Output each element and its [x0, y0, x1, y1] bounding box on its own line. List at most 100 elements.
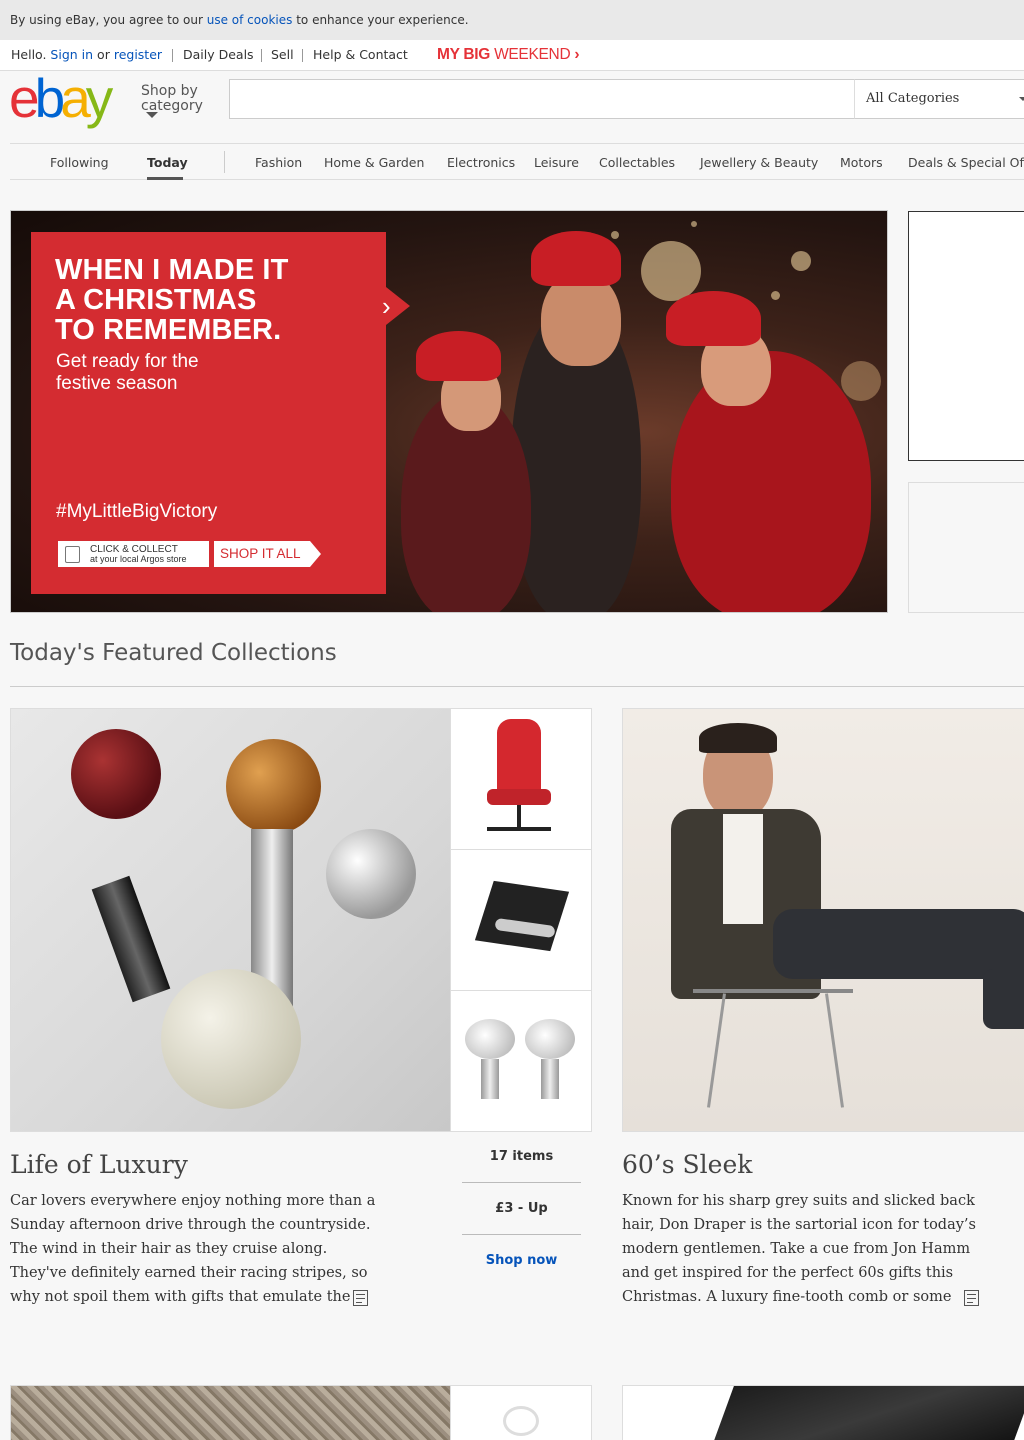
- shop-now-link[interactable]: Shop now: [462, 1253, 581, 1268]
- cookie-notice-suffix: to enhance your experience.: [296, 13, 469, 27]
- bokeh-light: [641, 241, 701, 301]
- chair-post: [517, 805, 521, 827]
- active-tab-indicator: [147, 177, 183, 180]
- collection-main-image[interactable]: [622, 708, 1024, 1132]
- nav-deals-special-offers[interactable]: Deals & Special Off: [908, 155, 1024, 170]
- collection-thumb-spanner-gift[interactable]: [450, 849, 592, 991]
- santa-hat: [531, 231, 621, 286]
- collection-title[interactable]: 60’s Sleek: [622, 1150, 752, 1179]
- read-more-icon[interactable]: [964, 1290, 979, 1306]
- logo-letter: y: [85, 67, 113, 129]
- hero-subtitle-line: Get ready for the: [56, 351, 199, 372]
- featured-collections-title: Today's Featured Collections: [10, 640, 337, 666]
- nav-motors[interactable]: Motors: [840, 155, 883, 170]
- shop-by-category-button[interactable]: Shop by category: [141, 83, 203, 118]
- bokeh-light: [841, 361, 881, 401]
- hero-subtitle-line: festive season: [56, 373, 178, 394]
- click-collect-subtitle: at your local Argos store: [90, 554, 187, 564]
- hero-headline: WHEN I MADE IT A CHRISTMAS TO REMEMBER.: [55, 255, 355, 345]
- collection-description: Car lovers everywhere enjoy nothing more…: [10, 1189, 390, 1309]
- bokeh-light: [771, 291, 780, 300]
- collection-thumb-cufflinks[interactable]: [450, 990, 592, 1132]
- ebay-logo[interactable]: ebay: [9, 70, 129, 126]
- category-select[interactable]: All Categories: [854, 79, 1024, 119]
- sign-in-link[interactable]: Sign in: [50, 47, 93, 62]
- nav-home-garden[interactable]: Home & Garden: [324, 155, 424, 170]
- cufflink-post: [481, 1059, 499, 1099]
- logo-letter: e: [9, 67, 40, 129]
- shop-by-category-line1: Shop by: [141, 83, 198, 99]
- nav-jewellery-beauty[interactable]: Jewellery & Beauty: [700, 155, 818, 170]
- chair-leg: [825, 993, 844, 1108]
- divider: [302, 49, 303, 62]
- cufflink-post: [541, 1059, 559, 1099]
- lightbulb: [503, 1406, 539, 1436]
- divider: [261, 49, 262, 62]
- chair-seat: [497, 719, 541, 799]
- shop-it-all-button[interactable]: SHOP IT ALL: [214, 541, 310, 567]
- or-text: or: [97, 47, 110, 62]
- side-ad-slot[interactable]: [908, 211, 1024, 461]
- collection-main-image[interactable]: [10, 1385, 451, 1440]
- logo-letter: b: [34, 67, 66, 129]
- description-line: Sunday afternoon drive through the count…: [10, 1217, 371, 1233]
- meta-divider: [462, 1182, 581, 1183]
- description-line: hair, Don Draper is the sartorial icon f…: [622, 1217, 976, 1233]
- nav-electronics[interactable]: Electronics: [447, 155, 515, 170]
- collection-title[interactable]: Life of Luxury: [10, 1150, 188, 1179]
- description-line: and get inspired for the perfect 60s gif…: [622, 1265, 954, 1281]
- help-contact-link[interactable]: Help & Contact: [313, 40, 408, 70]
- hero-headline-line: A CHRISTMAS: [55, 284, 257, 316]
- model-legs: [983, 969, 1024, 1029]
- nav-leisure[interactable]: Leisure: [534, 155, 579, 170]
- collection-main-image[interactable]: [10, 708, 451, 1132]
- meta-divider: [462, 1234, 581, 1235]
- description-line: Car lovers everywhere enjoy nothing more…: [10, 1193, 376, 1209]
- hero-subtitle: Get ready for the festive season: [56, 351, 286, 395]
- model-shirt: [723, 814, 763, 924]
- promo-bold-text: MY BIG: [437, 46, 491, 63]
- stopper-shaft: [91, 875, 171, 1003]
- gearknob-stopper: [161, 969, 301, 1109]
- person-figure: [671, 351, 871, 612]
- caret-down-icon: [146, 112, 158, 118]
- bokeh-light: [691, 221, 697, 227]
- read-more-icon[interactable]: [353, 1290, 368, 1306]
- chevron-right-icon: ›: [574, 46, 580, 63]
- my-big-weekend-promo[interactable]: MY BIG WEEKEND ›: [437, 40, 580, 70]
- section-divider: [10, 686, 1024, 687]
- category-nav: Following Today Fashion Home & Garden El…: [10, 143, 1024, 180]
- search-input[interactable]: [229, 79, 855, 119]
- category-select-value: All Categories: [866, 91, 960, 106]
- hero-hashtag: #MyLittleBigVictory: [56, 501, 218, 522]
- gift-box: [474, 880, 570, 952]
- santa-hat: [416, 331, 501, 381]
- collection-thumb[interactable]: [450, 1385, 592, 1440]
- sell-link[interactable]: Sell: [271, 40, 294, 70]
- chair-base: [487, 789, 551, 805]
- gearknob-stopper: [71, 729, 161, 819]
- click-collect-badge[interactable]: CLICK & COLLECT at your local Argos stor…: [58, 541, 209, 567]
- nav-fashion[interactable]: Fashion: [255, 155, 302, 170]
- cufflink: [525, 1019, 575, 1059]
- bokeh-light: [611, 231, 619, 239]
- chair-legs: [487, 827, 551, 831]
- collection-thumb-racing-chair[interactable]: [450, 708, 592, 850]
- global-header-bar: Hello. Sign in or register Daily Deals S…: [0, 40, 1024, 71]
- greeting-text: Hello.: [11, 47, 47, 62]
- description-line: They've definitely earned their racing s…: [10, 1265, 368, 1281]
- cookies-policy-link[interactable]: use of cookies: [207, 13, 293, 27]
- tab-following[interactable]: Following: [50, 155, 109, 170]
- register-link[interactable]: register: [114, 47, 162, 62]
- nav-collectables[interactable]: Collectables: [599, 155, 675, 170]
- dropdown-arrow-icon: [1019, 97, 1024, 101]
- description-line: modern gentlemen. Take a cue from Jon Ha…: [622, 1241, 971, 1257]
- logo-letter: a: [60, 67, 91, 129]
- nav-divider: [224, 151, 225, 173]
- description-line: The wind in their hair as they cruise al…: [10, 1241, 328, 1257]
- daily-deals-link[interactable]: Daily Deals: [183, 40, 254, 70]
- collection-item-count: 17 items: [489, 1149, 554, 1164]
- collection-main-image[interactable]: [622, 1385, 1024, 1440]
- tab-today[interactable]: Today: [147, 155, 188, 170]
- hero-banner[interactable]: › WHEN I MADE IT A CHRISTMAS TO REMEMBER…: [10, 210, 888, 613]
